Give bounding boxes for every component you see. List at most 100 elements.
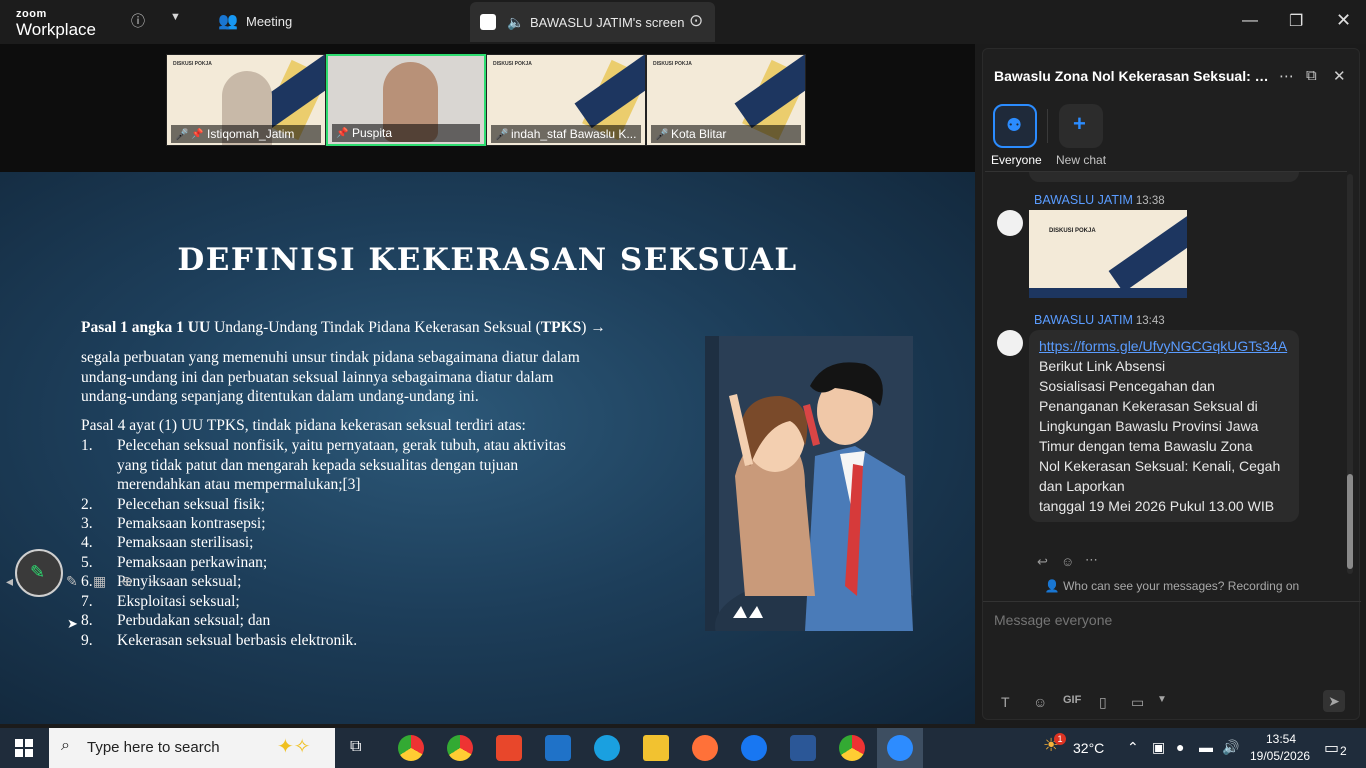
sender-name: BAWASLU JATIM [1034, 193, 1133, 207]
pdf-reader-icon[interactable] [496, 735, 522, 761]
file-explorer-icon[interactable] [643, 735, 669, 761]
logo-bottom: Workplace [16, 20, 96, 39]
info-icon[interactable]: ⓘ [131, 11, 145, 31]
microphone-icon[interactable]: ● [1176, 739, 1184, 755]
restore-icon[interactable]: ❐ [1289, 11, 1303, 31]
pin-icon: 📌 [191, 129, 204, 140]
image-decoration [1029, 288, 1187, 298]
visibility-notice[interactable]: 👤 Who can see your messages? Recording o… [983, 579, 1361, 593]
more-options-icon[interactable]: ⊙ [689, 11, 703, 31]
message-line: Berikut Link Absensi [1039, 358, 1166, 374]
more-icon[interactable]: ⋯ [1085, 552, 1098, 568]
pen-icon[interactable]: ✎ [66, 573, 78, 590]
firefox-icon[interactable] [692, 735, 718, 761]
message-input[interactable] [994, 612, 1175, 628]
scrollbar-thumb[interactable] [1347, 474, 1353, 569]
emoji-react-icon[interactable]: ☺ [1061, 554, 1074, 569]
file-icon[interactable]: ▯ [1099, 694, 1107, 711]
gif-icon[interactable]: GIF [1063, 694, 1081, 706]
taskbar-search[interactable]: ⌕ Type here to search ✦✧ [49, 728, 335, 768]
message-composer: T ☺ GIF ▯ ▭ ▼ ➤ [983, 601, 1361, 721]
clock-time[interactable]: 13:54 [1266, 732, 1296, 746]
share-tab[interactable]: 🔈 BAWASLU JATIM's screen ⊙ [470, 2, 715, 42]
list-item: Eksploitasi seksual; [117, 593, 240, 610]
more-icon[interactable]: ⋯ [1279, 67, 1294, 85]
close-icon[interactable]: ✕ [1336, 10, 1351, 31]
slide-title: DEFINISI KEKERASAN SEKSUAL [177, 242, 798, 278]
windows-taskbar: ⌕ Type here to search ✦✧ ⧉ ☀ 1 32°C ⌃ ▣ … [0, 728, 1366, 768]
visibility-text: Who can see your messages? Recording on [1063, 579, 1300, 593]
people-icon: 👥 [218, 13, 238, 30]
tab-everyone[interactable]: ⚉ [993, 104, 1037, 148]
facebook-icon[interactable] [741, 735, 767, 761]
image-message[interactable]: DISKUSI POKJA [1029, 210, 1187, 298]
clock-date[interactable]: 19/05/2026 [1250, 749, 1310, 763]
send-icon[interactable]: ➤ [1323, 690, 1345, 712]
participant-tile[interactable]: DISKUSI POKJA indah_staf Bawaslu K... 🎤 [486, 54, 646, 146]
popout-icon[interactable]: ⧉ [1306, 67, 1317, 84]
windows-start-icon[interactable] [15, 739, 33, 757]
weather-badge: 1 [1054, 733, 1066, 745]
previous-bubble [1029, 172, 1299, 182]
form-link[interactable]: https://forms.gle/UfvyNGCGqkUGTs34A [1039, 336, 1289, 356]
text-format-icon[interactable]: T [1001, 694, 1010, 710]
outlook-icon[interactable] [545, 735, 571, 761]
new-chat-button[interactable]: + [1059, 104, 1103, 148]
list-item: Pelecehan seksual nonfisik, yaitu pernya… [117, 437, 566, 454]
participant-tile-active[interactable]: Puspita 📌 [326, 54, 486, 146]
chrome-icon[interactable] [839, 735, 865, 761]
close-icon[interactable]: ✕ [1333, 67, 1346, 85]
chevron-down-icon[interactable]: ▼ [1157, 694, 1167, 705]
zoom-taskbar-active[interactable] [877, 728, 923, 768]
screenshot-icon[interactable]: ▭ [1131, 694, 1144, 711]
camera-icon[interactable]: ▣ [1152, 739, 1165, 756]
chrome-icon[interactable] [398, 735, 424, 761]
list-item: Penyiksaan seksual; [117, 573, 242, 590]
reply-icon[interactable]: ↩ [1037, 554, 1048, 570]
list-number: 6. [81, 573, 93, 590]
message-line: tanggal 19 Mei 2026 Pukul 13.00 WIB [1039, 498, 1275, 514]
prev-arrow-icon[interactable]: ◂ [6, 573, 13, 590]
chevron-up-icon[interactable]: ⌃ [1127, 739, 1139, 756]
word-icon[interactable] [790, 735, 816, 761]
chat-scrollbar[interactable] [1347, 174, 1353, 574]
emoji-icon[interactable]: ☺ [1033, 694, 1047, 710]
participant-name: indah_staf Bawaslu K... [491, 125, 641, 143]
list-item: Pemaksaan kontrasepsi; [117, 515, 266, 532]
plus-icon: + [1073, 111, 1086, 136]
annotate-button[interactable]: ✎ [15, 549, 63, 597]
task-view-icon[interactable]: ⧉ [350, 738, 361, 756]
list-number: 2. [81, 496, 93, 513]
chevron-down-icon[interactable]: ▼ [170, 11, 181, 23]
intro-text: Undang-Undang Tindak Pidana Kekerasan Se… [210, 319, 541, 336]
participant-tile[interactable]: DISKUSI POKJA Kota Blitar 🎤 [646, 54, 806, 146]
tile-mini-text: DISKUSI POKJA [653, 61, 692, 67]
intro-text: ) → [581, 319, 606, 336]
more-icon[interactable]: ⋯ [150, 573, 164, 590]
network-icon[interactable]: ▬ [1199, 739, 1213, 755]
zoom-logo: zoom Workplace [16, 9, 96, 39]
volume-icon[interactable]: 🔊 [1222, 739, 1239, 756]
tab-divider [1047, 109, 1048, 143]
participant-tile[interactable]: DISKUSI POKJA Istiqomah_Jatim 🎤 📌 [166, 54, 326, 146]
notification-icon[interactable]: ▭ [1324, 738, 1339, 758]
slides-icon[interactable]: ▦ [93, 573, 106, 590]
avatar [997, 210, 1023, 236]
list-number: 8. [81, 612, 93, 629]
minimize-icon[interactable]: — [1242, 12, 1258, 30]
list-item: Pemaksaan perkawinan; [117, 554, 268, 571]
chrome-icon[interactable] [447, 735, 473, 761]
pin-icon: 📌 [336, 128, 349, 139]
participant-strip: DISKUSI POKJA Istiqomah_Jatim 🎤 📌 Puspit… [166, 54, 806, 146]
zoom-icon[interactable]: ⊕ [121, 573, 133, 590]
list-number: 3. [81, 515, 93, 532]
tab-everyone-label: Everyone [991, 153, 1042, 167]
definition-line: undang-undang ini dan perbuatan seksual … [81, 369, 554, 386]
list-number: 5. [81, 554, 93, 571]
meeting-label: Meeting [246, 14, 293, 29]
search-icon: ⌕ [61, 737, 70, 754]
zoom-window: zoom Workplace ⓘ ▼ 👥 Meeting 🔈 BAWASLU J… [0, 0, 1366, 768]
edge-icon[interactable] [594, 735, 620, 761]
tile-mini-text: DISKUSI POKJA [173, 61, 212, 67]
zoom-icon [887, 735, 913, 761]
